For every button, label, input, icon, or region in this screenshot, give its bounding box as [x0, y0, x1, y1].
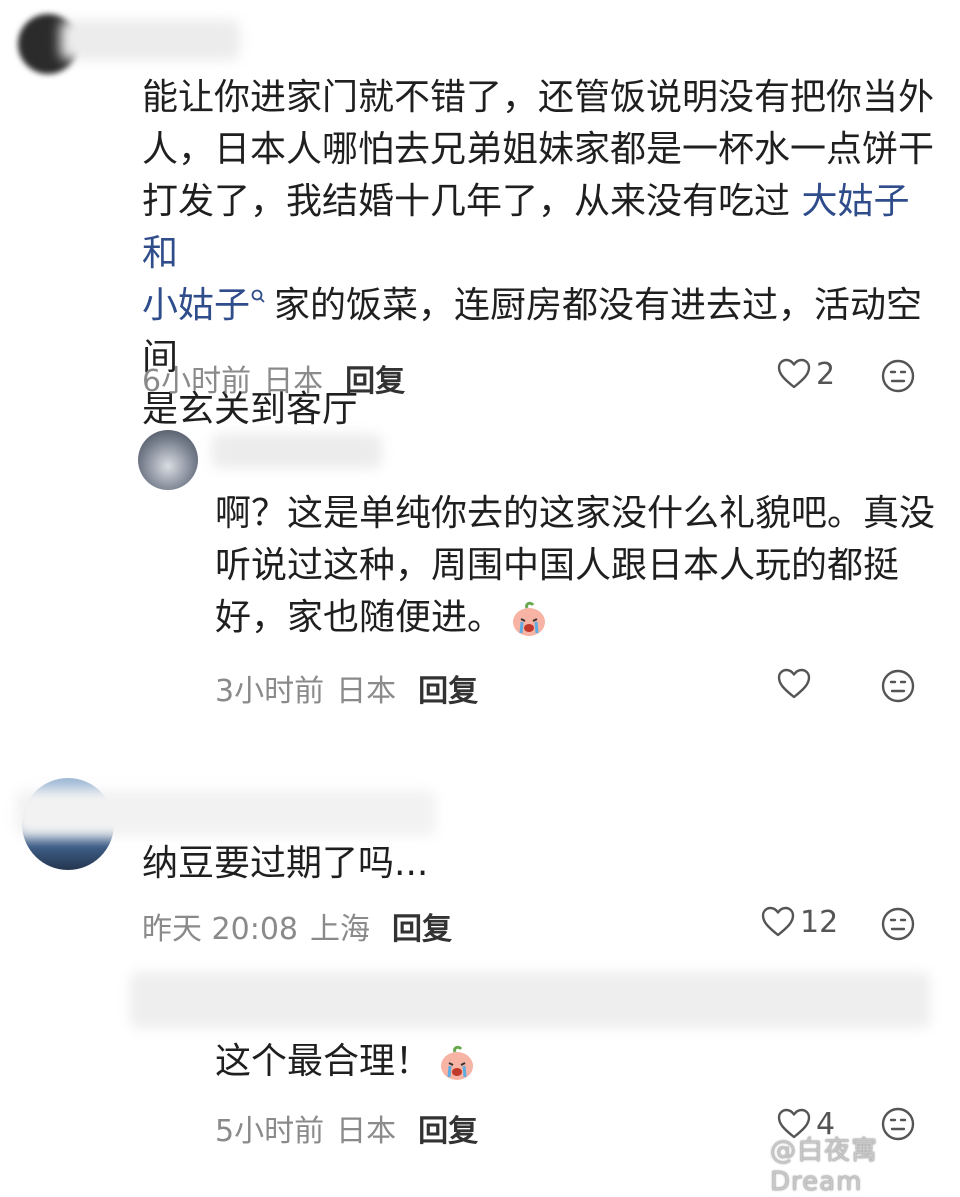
- comment-line: 好，家也随便进。: [215, 592, 935, 644]
- comment-time: 6小时前: [142, 364, 252, 399]
- comment-meta: 3小时前 日本 回复: [215, 666, 478, 710]
- comment-line: 听说过这种，周围中国人跟日本人玩的都挺: [215, 545, 900, 586]
- like-count: 12: [800, 904, 839, 940]
- meh-face-icon[interactable]: [880, 668, 916, 704]
- watermark: @白夜寓Dream: [770, 1136, 879, 1197]
- comment-text: 纳豆要过期了吗...: [142, 843, 429, 884]
- like-button[interactable]: [776, 666, 816, 702]
- crying-peach-emoji: [513, 601, 546, 636]
- comment-body: 这个最合理！: [215, 1036, 477, 1088]
- comment-meta: 5小时前 日本 回复: [215, 1106, 478, 1150]
- comment-location: 日本: [263, 364, 324, 399]
- comment-text: 打发了，我结婚十几年了，从来没有吃过: [142, 181, 791, 222]
- comment-line: 人，日本人哪怕去兄弟姐妹家都是一杯水一点饼干: [142, 129, 935, 170]
- comment-location: 上海: [310, 912, 370, 947]
- like-count: 2: [816, 356, 836, 392]
- username-blurred: [212, 434, 382, 468]
- like-button[interactable]: 12: [760, 904, 838, 940]
- reply-button[interactable]: 回复: [345, 364, 405, 399]
- username-blurred: [130, 972, 930, 1028]
- search-icon[interactable]: [250, 288, 268, 306]
- reply-button[interactable]: 回复: [392, 912, 452, 947]
- search-link[interactable]: 小姑子: [142, 285, 250, 326]
- heart-outline-icon: [777, 668, 811, 699]
- avatar[interactable]: [138, 430, 198, 490]
- comment-line: 啊？这是单纯你去的这家没什么礼貌吧。真没: [215, 493, 936, 534]
- reply-button[interactable]: 回复: [418, 1114, 478, 1149]
- comment-location: 日本: [336, 1114, 397, 1149]
- like-button[interactable]: 2: [776, 356, 835, 392]
- crying-peach-emoji: [441, 1045, 474, 1080]
- comment-line: 能让你进家门就不错了，还管饭说明没有把你当外: [142, 77, 935, 118]
- comment-time: 3小时前: [215, 674, 325, 709]
- comment-text: 这个最合理！: [215, 1041, 432, 1082]
- heart-outline-icon: [777, 358, 811, 389]
- comment-meta: 昨天 20:08 上海 回复: [142, 904, 452, 948]
- comment-meta: 6小时前 日本 回复: [142, 356, 405, 400]
- heart-outline-icon: [761, 906, 795, 937]
- comment-time: 昨天 20:08: [142, 912, 298, 947]
- reply-button[interactable]: 回复: [418, 674, 478, 709]
- comment-line: 打发了，我结婚十几年了，从来没有吃过 大姑子和: [142, 176, 942, 280]
- username-blurred: [60, 20, 240, 60]
- meh-face-icon[interactable]: [880, 358, 916, 394]
- comment-time: 5小时前: [215, 1114, 325, 1149]
- meh-face-icon[interactable]: [880, 906, 916, 942]
- comment-text: 好，家也随便进。: [215, 597, 504, 638]
- comment-body: 啊？这是单纯你去的这家没什么礼貌吧。真没 听说过这种，周围中国人跟日本人玩的都挺…: [215, 488, 935, 644]
- username-blurred: [16, 790, 436, 836]
- comment-location: 日本: [336, 674, 397, 709]
